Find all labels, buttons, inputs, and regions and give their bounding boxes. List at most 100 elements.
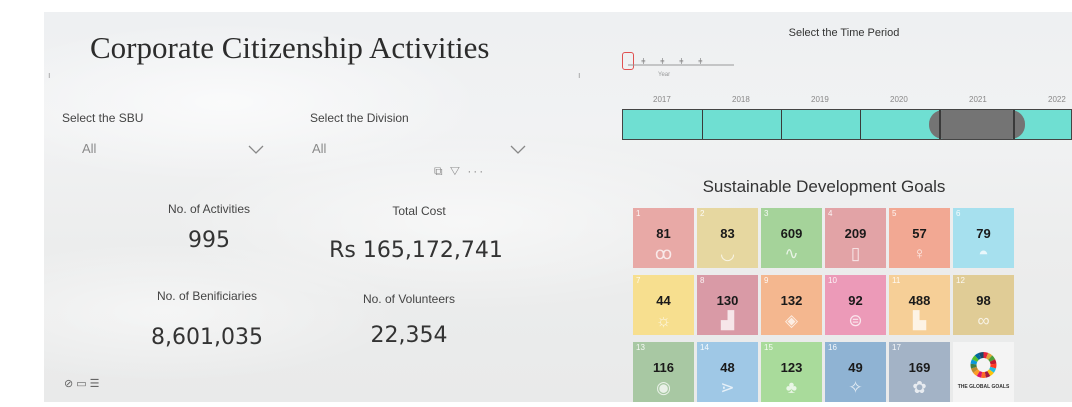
water-icon: ◓ — [978, 244, 989, 263]
sdg-goal-number: 10 — [828, 276, 837, 285]
sdg-activity-count: 92 — [848, 293, 863, 308]
sdg-activity-count: 169 — [908, 360, 931, 375]
level-tick: ǂ — [698, 57, 703, 66]
tree-icon: ♣ — [785, 378, 798, 397]
sun-icon: ☼ — [655, 311, 672, 330]
sdg-goal-number: 15 — [764, 343, 773, 352]
sdg-goal-number: 13 — [636, 343, 645, 352]
sdg-tile-goal-10[interactable]: 10 92 ⊜ — [825, 275, 886, 335]
activities-value: 995 — [188, 228, 230, 253]
sdg-goal-number: 16 — [828, 343, 837, 352]
dashboard-canvas: Corporate Citizenship Activities ı ı Sel… — [44, 12, 1072, 402]
level-tick: ǂ — [660, 57, 665, 66]
edge-marker: ı — [48, 70, 51, 80]
sdg-activity-count: 209 — [844, 226, 867, 241]
bottom-toolbar[interactable]: ⊘▭☰ — [64, 377, 103, 390]
timeline-divider — [781, 110, 782, 139]
sbu-slicer-label: Select the SBU — [62, 111, 144, 125]
sdg-tile-goal-14[interactable]: 14 48 ⋗ — [697, 342, 758, 402]
division-slicer[interactable]: All — [310, 136, 540, 160]
growth-icon: ▟ — [720, 311, 735, 330]
year-label: 2017 — [653, 95, 671, 104]
sdg-goal-number: 8 — [700, 276, 705, 285]
book-icon: ▯ — [850, 244, 861, 263]
sdg-goal-number: 4 — [828, 209, 833, 218]
sdg-tile-goal-13[interactable]: 13 116 ◉ — [633, 342, 694, 402]
sdg-tile-goal-3[interactable]: 3 609 ∿ — [761, 208, 822, 268]
sdg-activity-count: 49 — [848, 360, 863, 375]
sdg-goal-number: 7 — [636, 276, 641, 285]
sdg-tile-goal-15[interactable]: 15 123 ♣ — [761, 342, 822, 402]
chat-icon[interactable]: ▭ — [76, 378, 89, 390]
year-label: 2020 — [890, 95, 908, 104]
sdg-activity-count: 130 — [716, 293, 739, 308]
sdg-activity-count: 83 — [720, 226, 735, 241]
timeline-divider — [702, 110, 703, 139]
sdg-activity-count: 44 — [656, 293, 671, 308]
infinity-icon: ∞ — [977, 311, 990, 330]
sdg-goal-number: 12 — [956, 276, 965, 285]
sdg-activity-count: 98 — [976, 293, 991, 308]
sdg-activity-count: 609 — [780, 226, 803, 241]
activities-label: No. of Activities — [167, 202, 251, 216]
sdg-tile-goal-4[interactable]: 4 209 ▯ — [825, 208, 886, 268]
sdg-activity-count: 488 — [908, 293, 931, 308]
sdg-tile-goal-5[interactable]: 5 57 ♀ — [889, 208, 950, 268]
sdg-wheel-icon — [970, 352, 997, 378]
sdg-tile-goal-1[interactable]: 1 81 ꝏ — [633, 208, 694, 268]
total-cost-value: Rs 165,172,741 — [329, 238, 503, 263]
eye-icon: ◉ — [656, 378, 671, 397]
sdg-tile-goal-12[interactable]: 12 98 ∞ — [953, 275, 1014, 335]
division-slicer-value: All — [312, 141, 327, 156]
volunteers-value: 22,354 — [370, 323, 448, 348]
sdg-title: Sustainable Development Goals — [702, 177, 946, 196]
sbu-slicer-value: All — [82, 141, 97, 156]
level-tick: ǂ — [679, 57, 684, 66]
year-label: 2022 — [1048, 95, 1066, 104]
timeline-end-handle[interactable] — [1013, 110, 1015, 139]
sdg-tile-goal-2[interactable]: 2 83 ◡ — [697, 208, 758, 268]
sdg-tile-goal-16[interactable]: 16 49 ✧ — [825, 342, 886, 402]
heartbeat-icon: ∿ — [784, 244, 799, 263]
bowl-icon: ◡ — [720, 244, 735, 263]
sdg-tile-goal-8[interactable]: 8 130 ▟ — [697, 275, 758, 335]
sdg-goal-number: 1 — [636, 209, 641, 218]
total-cost-label: Total Cost — [392, 204, 446, 218]
sdg-tile-goal-17[interactable]: 17 169 ✿ — [889, 342, 950, 402]
sdg-tile-goal-9[interactable]: 9 132 ◈ — [761, 275, 822, 335]
chevron-down-icon — [510, 145, 526, 154]
timeline-divider — [860, 110, 861, 139]
global-goals-text: THE GLOBAL GOALS — [957, 384, 1010, 390]
time-period-timeline[interactable] — [622, 109, 1072, 140]
timeline-selection[interactable] — [929, 110, 1025, 139]
sdg-tile-goal-11[interactable]: 11 488 ▙ — [889, 275, 950, 335]
city-icon: ▙ — [912, 311, 927, 330]
year-label: 2021 — [969, 95, 987, 104]
sdg-activity-count: 132 — [780, 293, 803, 308]
sdg-activity-count: 57 — [912, 226, 927, 241]
sdg-goal-number: 11 — [892, 276, 901, 285]
edge-marker: ı — [578, 70, 581, 80]
timeline-start-handle[interactable] — [939, 110, 941, 139]
chevron-down-icon — [248, 145, 264, 154]
sdg-tile-goal-7[interactable]: 7 44 ☼ — [633, 275, 694, 335]
sdg-tile-goal-6[interactable]: 6 79 ◓ — [953, 208, 1014, 268]
time-period-title: Select the Time Period — [788, 27, 900, 39]
settings-icon[interactable]: ⊘ — [64, 378, 76, 390]
list-icon[interactable]: ☰ — [90, 378, 103, 390]
sdg-activity-count: 79 — [976, 226, 991, 241]
volunteers-label: No. of Volunteers — [362, 292, 456, 306]
family-icon: ꝏ — [654, 244, 673, 263]
sdg-goal-number: 9 — [764, 276, 769, 285]
sbu-slicer[interactable]: All — [62, 136, 282, 160]
beneficiaries-label: No. of Benificiaries — [156, 289, 258, 303]
year-label: 2018 — [732, 95, 750, 104]
sdg-grid: 1 81 ꝏ 2 83 ◡ 3 609 ∿ 4 209 ▯ 5 57 ♀ 6 79 ◓ 7 44 ☼ 8 130 ▟ 9 132 ◈… — [633, 208, 1014, 402]
level-tick: ǂ — [641, 57, 646, 66]
partnership-icon: ✿ — [912, 378, 927, 397]
visual-toolbar[interactable]: ⧉ ▽ ··· — [434, 164, 485, 179]
sdg-activity-count: 116 — [653, 360, 674, 375]
sdg-goal-number: 14 — [700, 343, 709, 352]
beneficiaries-value: 8,601,035 — [151, 325, 263, 350]
division-slicer-label: Select the Division — [310, 111, 409, 125]
